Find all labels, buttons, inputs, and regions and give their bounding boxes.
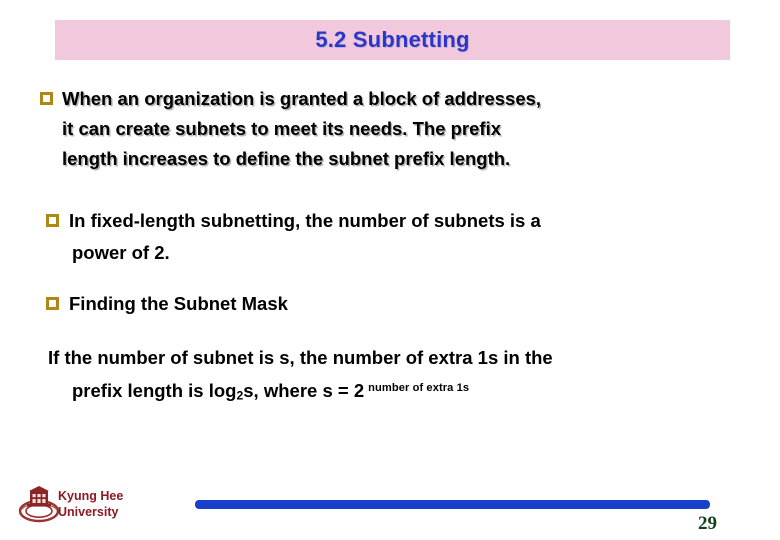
bullet-text-line-1: In fixed-length subnetting, the number o… xyxy=(69,210,541,231)
title-bar: 5.2 Subnetting xyxy=(55,20,730,60)
page-number: 29 xyxy=(698,513,717,534)
bullet-text-line-2: power of 2. xyxy=(72,242,170,263)
formula-log-prefix: prefix length is log xyxy=(72,379,237,401)
bullet-text-line-3: length increases to define the subnet pr… xyxy=(62,148,511,169)
bullet-item-2: In fixed-length subnetting, the number o… xyxy=(46,205,736,269)
bullet-line: Finding the Subnet Mask xyxy=(46,293,288,314)
hollow-square-bullet-icon xyxy=(40,91,53,105)
formula-line-1: If the number of subnet is s, the number… xyxy=(48,347,553,368)
hollow-square-bullet-icon xyxy=(46,213,59,227)
bullet-line: In fixed-length subnetting, the number o… xyxy=(46,210,541,231)
bullet-text-line-2: it can create subnets to meet its needs.… xyxy=(62,118,501,139)
university-name: Kyung Hee University xyxy=(58,489,124,519)
formula-paragraph: If the number of subnet is s, the number… xyxy=(48,342,748,411)
formula-equation: s, where s = 2 xyxy=(243,379,365,401)
bullet-item-1: When an organization is granted a block … xyxy=(40,84,730,174)
kyung-hee-university-logo xyxy=(18,486,60,524)
bullet-line: When an organization is granted a block … xyxy=(40,84,730,114)
hollow-square-bullet-icon xyxy=(46,296,59,310)
page-title: 5.2 Subnetting xyxy=(315,27,470,52)
formula-exponent: number of extra 1s xyxy=(368,382,470,394)
bullet-text-line-1: Finding the Subnet Mask xyxy=(69,293,288,314)
bullet-text-line-1: When an organization is granted a block … xyxy=(62,88,542,109)
slide-canvas: 5.2 Subnetting When an organization is g… xyxy=(0,0,780,540)
footer-divider-bar xyxy=(195,500,710,509)
formula-line-2: prefix length is log2s, where s = 2 numbe… xyxy=(48,373,748,411)
bullet-item-3: Finding the Subnet Mask xyxy=(46,289,736,319)
